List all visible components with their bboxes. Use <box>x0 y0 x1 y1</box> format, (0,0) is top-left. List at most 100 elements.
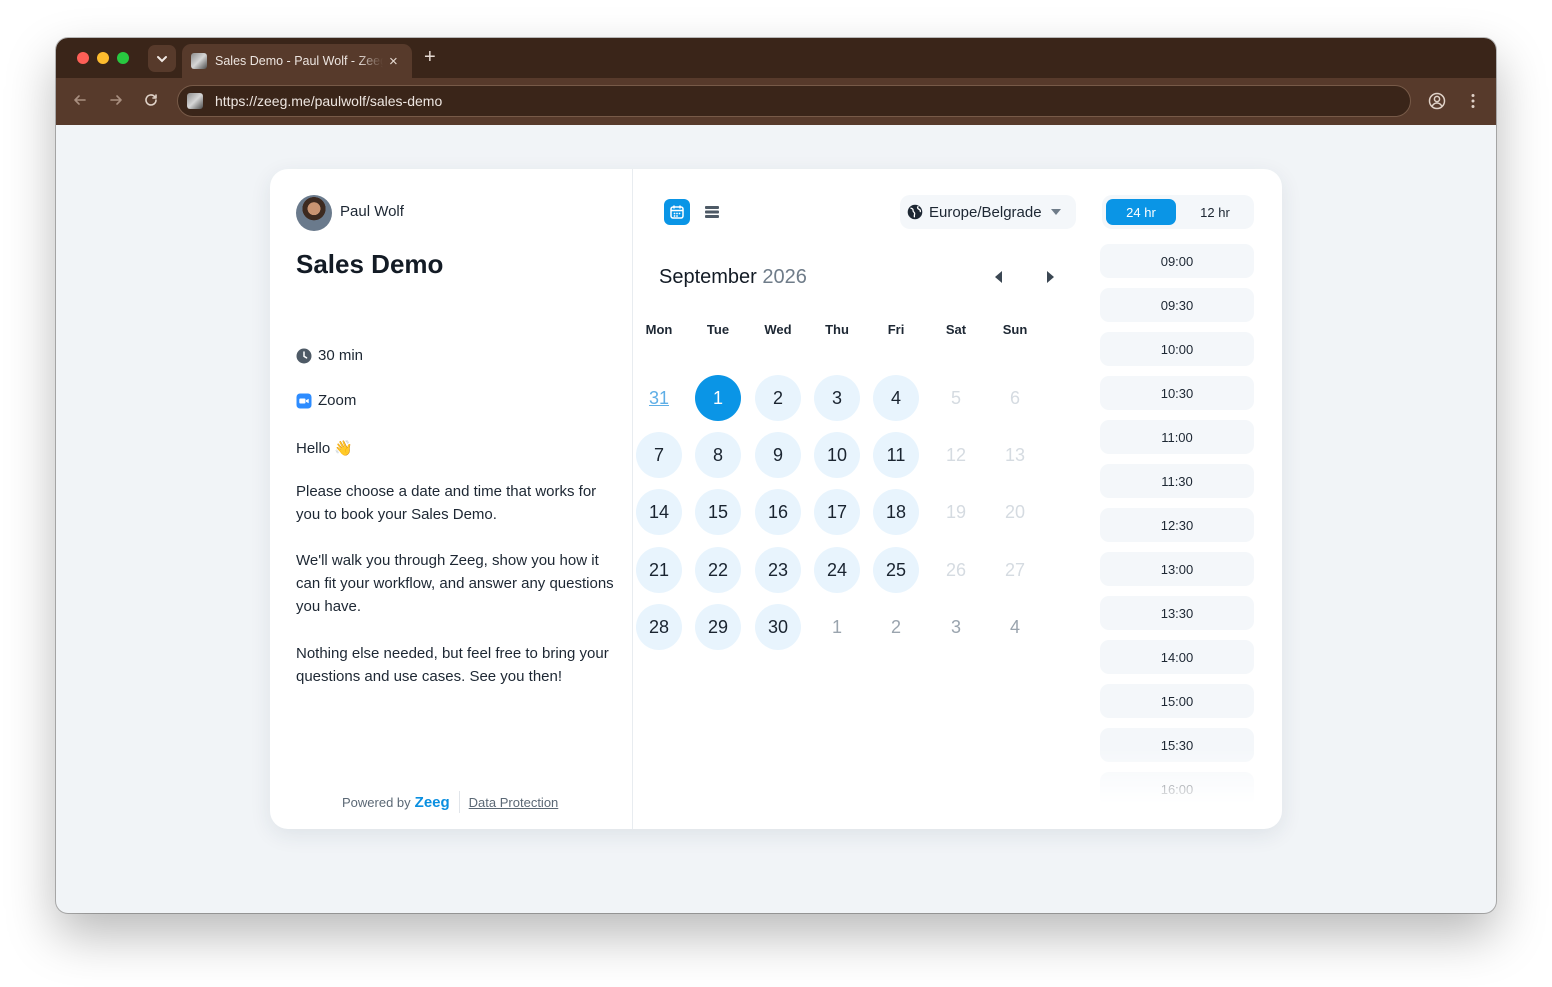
caret-down-icon <box>1050 209 1061 215</box>
url-text: https://zeeg.me/paulwolf/sales-demo <box>215 93 443 109</box>
panel-divider <box>632 169 633 829</box>
globe-icon <box>907 204 923 220</box>
list-view-button[interactable] <box>699 199 725 225</box>
calendar-view-button[interactable] <box>664 199 690 225</box>
powered-by-text: Powered by <box>342 794 411 810</box>
calendar-day-23[interactable]: 23 <box>755 547 801 593</box>
time-slot-button[interactable]: 14:00 <box>1100 640 1254 674</box>
calendar-day-30[interactable]: 30 <box>755 604 801 650</box>
tab-close-icon[interactable]: × <box>389 54 398 69</box>
tab-bar: Sales Demo - Paul Wolf - Zeeg × + <box>56 38 1496 78</box>
next-month-icon[interactable] <box>1047 271 1054 283</box>
browser-window: Sales Demo - Paul Wolf - Zeeg × + https:… <box>56 38 1496 913</box>
time-slot-button[interactable]: 11:30 <box>1100 464 1254 498</box>
footer: Powered by Zeeg Data Protection <box>342 791 558 813</box>
calendar-day-12: 12 <box>945 444 967 465</box>
new-tab-button[interactable]: + <box>424 47 436 67</box>
calendar-day-2[interactable]: 2 <box>755 375 801 421</box>
time-slot-button[interactable]: 15:00 <box>1100 684 1254 718</box>
duration-text: 30 min <box>318 347 364 364</box>
calendar-day-11[interactable]: 11 <box>873 432 919 478</box>
chevron-down-icon <box>157 55 167 62</box>
calendar-day-4: 4 <box>1009 616 1020 637</box>
format-12hr-button[interactable]: 12 hr <box>1180 199 1250 225</box>
time-slot-button[interactable]: 09:30 <box>1100 288 1254 322</box>
weekday-tue: Tue <box>706 322 730 337</box>
data-protection-link[interactable]: Data Protection <box>469 795 559 810</box>
time-slot-button[interactable]: 12:30 <box>1100 508 1254 542</box>
booking-card: Paul Wolf Sales Demo 30 min Zoom Hello 👋… <box>270 169 1282 829</box>
address-bar[interactable]: https://zeeg.me/paulwolf/sales-demo <box>177 85 1411 117</box>
weekday-thu: Thu <box>825 322 849 337</box>
calendar-day-22[interactable]: 22 <box>695 547 741 593</box>
tab-favicon-icon <box>191 53 207 69</box>
time-slot-button[interactable]: 13:30 <box>1100 596 1254 630</box>
time-slot-list: 09:00 09:30 10:00 10:30 11:00 11:30 12:30 13:00… <box>1100 244 1254 804</box>
time-format-toggle: 24 hr 12 hr <box>1102 195 1254 229</box>
calendar-day-5: 5 <box>950 387 961 408</box>
calendar-day-4[interactable]: 4 <box>873 375 919 421</box>
year-text: 2026 <box>762 266 807 288</box>
time-slot-button[interactable]: 10:00 <box>1100 332 1254 366</box>
weekday-fri: Fri <box>887 322 905 337</box>
description-paragraph-2: We'll walk you through Zeeg, show you ho… <box>296 552 614 615</box>
calendar-day-6: 6 <box>1009 387 1020 408</box>
location-text: Zoom <box>318 392 357 409</box>
weekday-mon: Mon <box>645 322 673 337</box>
calendar-day-13: 13 <box>1004 444 1026 465</box>
back-arrow-icon[interactable] <box>72 92 88 108</box>
browser-tab-active[interactable]: Sales Demo - Paul Wolf - Zeeg × <box>182 44 412 78</box>
calendar-day-28[interactable]: 28 <box>636 604 682 650</box>
calendar-day-15[interactable]: 15 <box>695 489 741 535</box>
weekday-sat: Sat <box>945 322 967 337</box>
forward-arrow-icon[interactable] <box>108 92 124 108</box>
calendar-day-25[interactable]: 25 <box>873 547 919 593</box>
minimize-window-button[interactable] <box>97 52 109 64</box>
month-label: September 2026 <box>659 266 807 289</box>
calendar-day-1[interactable]: 1 <box>695 375 741 421</box>
calendar-day-9[interactable]: 9 <box>755 432 801 478</box>
zeeg-brand-link[interactable]: Zeeg <box>415 794 450 811</box>
previous-month-icon[interactable] <box>995 271 1002 283</box>
site-favicon-icon <box>187 93 203 109</box>
time-slot-button[interactable]: 13:00 <box>1100 552 1254 586</box>
greeting-text: Hello 👋 <box>296 440 354 457</box>
timezone-text: Europe/Belgrade <box>929 203 1042 221</box>
profile-icon[interactable] <box>1428 92 1446 110</box>
host-name: Paul Wolf <box>340 203 404 220</box>
close-window-button[interactable] <box>77 52 89 64</box>
event-title: Sales Demo <box>296 249 444 279</box>
timezone-selector[interactable]: Europe/Belgrade <box>900 195 1076 229</box>
tab-title: Sales Demo - Paul Wolf - Zeeg <box>215 54 383 68</box>
time-slot-button[interactable]: 09:00 <box>1100 244 1254 278</box>
calendar-day-26: 26 <box>945 559 967 580</box>
maximize-window-button[interactable] <box>117 52 129 64</box>
reload-icon[interactable] <box>143 92 159 108</box>
weekday-sun: Sun <box>1002 322 1028 337</box>
calendar-day-3: 3 <box>950 616 961 637</box>
time-slot-button[interactable]: 15:30 <box>1100 728 1254 762</box>
calendar-day-29[interactable]: 29 <box>695 604 741 650</box>
calendar-day-16[interactable]: 16 <box>755 489 801 535</box>
time-slot-button[interactable]: 11:00 <box>1100 420 1254 454</box>
calendar-day-1: 1 <box>831 616 842 637</box>
calendar-day-27: 27 <box>1004 559 1026 580</box>
calendar-day-18[interactable]: 18 <box>873 489 919 535</box>
calendar-day-21[interactable]: 21 <box>636 547 682 593</box>
zoom-icon <box>296 393 312 409</box>
format-24hr-button[interactable]: 24 hr <box>1106 199 1176 225</box>
time-slot-button[interactable]: 10:30 <box>1100 376 1254 410</box>
calendar-day-10[interactable]: 10 <box>814 432 860 478</box>
calendar-day-7[interactable]: 7 <box>636 432 682 478</box>
calendar-day-24[interactable]: 24 <box>814 547 860 593</box>
more-menu-icon[interactable] <box>1466 92 1480 110</box>
calendar-day-17[interactable]: 17 <box>814 489 860 535</box>
calendar-day-3[interactable]: 3 <box>814 375 860 421</box>
calendar-day-14[interactable]: 14 <box>636 489 682 535</box>
duration-row: 30 min <box>296 347 363 364</box>
calendar-day-8[interactable]: 8 <box>695 432 741 478</box>
calendar-day-31: 31 <box>648 387 670 408</box>
footer-separator <box>458 791 460 813</box>
tab-search-button[interactable] <box>148 45 176 72</box>
time-slot-button[interactable]: 16:00 <box>1100 772 1254 804</box>
